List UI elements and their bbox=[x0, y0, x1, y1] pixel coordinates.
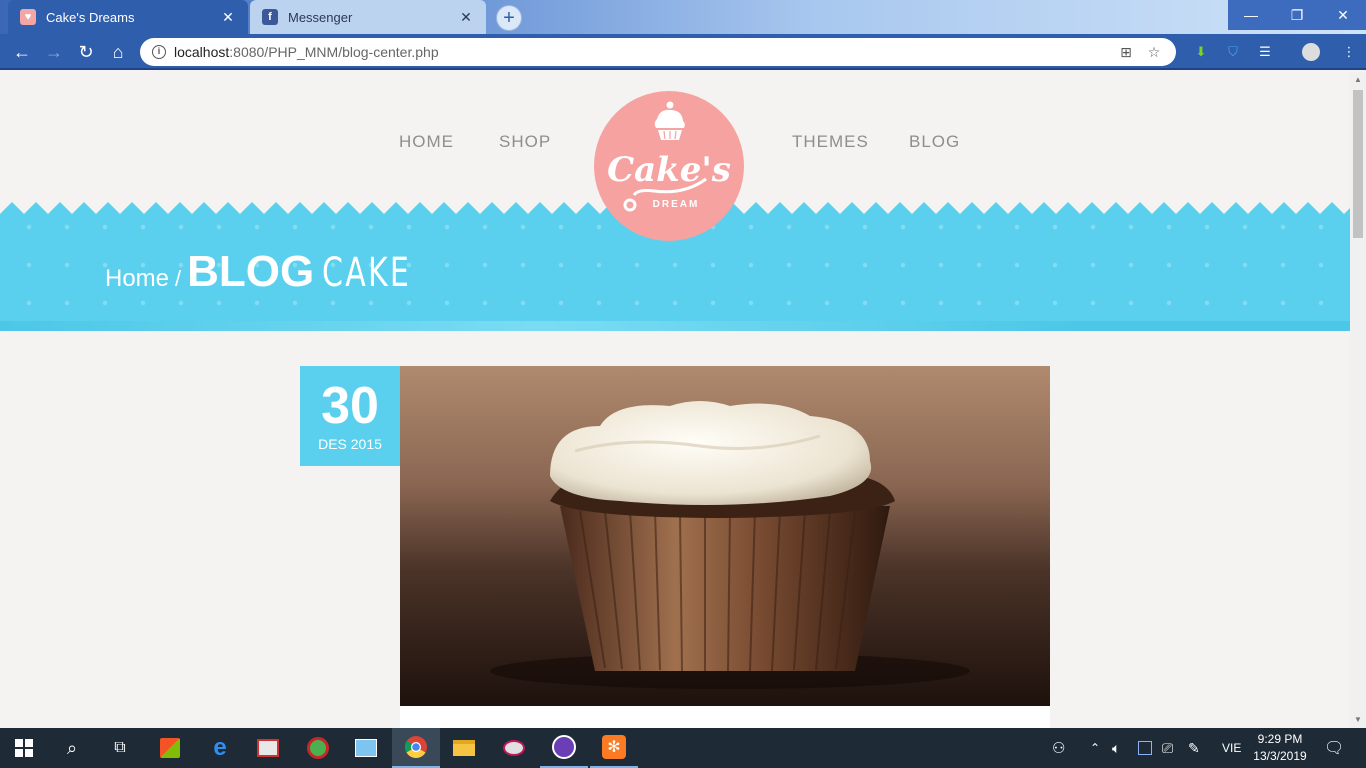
web-page: HOME SHOP THEMES BLOG Home / BLOG CAKE C… bbox=[0, 72, 1350, 728]
new-tab-button[interactable]: + bbox=[496, 5, 522, 31]
post-date-month-year: DES 2015 bbox=[318, 436, 382, 452]
scroll-up-arrow-icon[interactable]: ▲ bbox=[1350, 72, 1366, 88]
restore-button[interactable]: ❐ bbox=[1274, 0, 1320, 30]
tray-overflow-icon[interactable]: ⌃ bbox=[1090, 728, 1100, 768]
page-title-light: CAKE bbox=[322, 250, 412, 296]
forward-arrow-icon[interactable]: → bbox=[42, 40, 66, 64]
windows-taskbar: ⌕ ⧉ e ✻ ⚇ ⌃ 🔈︎ ⎚ ✎ VIE 9:29 PM 13/3/2019… bbox=[0, 728, 1366, 768]
shield-extension-icon[interactable]: ⛉ bbox=[1224, 43, 1242, 61]
store-icon[interactable] bbox=[146, 728, 194, 768]
translate-icon[interactable]: ⊞ bbox=[1116, 44, 1136, 61]
pen-icon[interactable]: ✎ bbox=[1188, 728, 1200, 768]
nav-blog-link[interactable]: BLOG bbox=[909, 132, 960, 152]
control-panel-icon[interactable] bbox=[342, 728, 390, 768]
tab-title: Cake's Dreams bbox=[46, 9, 135, 25]
tab-close-icon[interactable]: ✕ bbox=[220, 9, 236, 26]
post-featured-image[interactable] bbox=[400, 366, 1050, 706]
post-date-day: 30 bbox=[321, 377, 379, 435]
scroll-down-arrow-icon[interactable]: ▼ bbox=[1350, 712, 1366, 728]
scrollbar-thumb[interactable] bbox=[1353, 90, 1363, 238]
cupcake-photo-icon bbox=[400, 366, 1050, 706]
edge-browser-icon[interactable]: e bbox=[196, 728, 244, 768]
page-title-bold: BLOG bbox=[187, 247, 315, 296]
logo-script-text: Cake's bbox=[607, 150, 731, 190]
url-host: localhost bbox=[174, 44, 230, 60]
clock-time: 9:29 PM bbox=[1257, 732, 1303, 746]
download-extension-icon[interactable]: ⬇ bbox=[1192, 43, 1210, 61]
post-date-badge: 30 DES 2015 bbox=[300, 366, 400, 466]
purple-app-icon[interactable] bbox=[540, 728, 588, 768]
logo-sub-text: DREAM bbox=[653, 199, 700, 210]
breadcrumb-separator: / bbox=[175, 266, 182, 291]
search-icon[interactable]: ⌕ bbox=[48, 728, 96, 768]
cupcake-logo-icon: Cake's DREAM bbox=[607, 101, 731, 212]
facebook-favicon-icon: f bbox=[262, 9, 278, 25]
clock-date: 13/3/2019 bbox=[1253, 749, 1307, 763]
file-explorer-icon[interactable] bbox=[440, 728, 488, 768]
minimize-button[interactable]: — bbox=[1228, 0, 1274, 30]
people-icon[interactable]: ⚇ bbox=[1052, 728, 1065, 768]
url-path: :8080/PHP_MNM/blog-center.php bbox=[229, 44, 439, 60]
bookmark-star-icon[interactable]: ☆ bbox=[1144, 44, 1164, 61]
profile-avatar-icon[interactable] bbox=[1302, 43, 1320, 61]
language-indicator[interactable]: VIE bbox=[1222, 728, 1241, 768]
menu-kebab-icon[interactable]: ⋮ bbox=[1340, 43, 1358, 61]
list-extension-icon[interactable]: ☰ bbox=[1256, 43, 1274, 61]
back-arrow-icon[interactable]: ← bbox=[10, 40, 34, 64]
tab-cakes-dreams[interactable]: ♥ Cake's Dreams ✕ bbox=[8, 0, 248, 34]
reload-icon[interactable]: ↻ bbox=[74, 40, 98, 64]
breadcrumb-home-link[interactable]: Home bbox=[105, 265, 169, 293]
tab-messenger[interactable]: f Messenger ✕ bbox=[250, 0, 486, 34]
tab-title: Messenger bbox=[288, 9, 353, 25]
windows-logo-icon bbox=[15, 739, 33, 757]
volume-icon[interactable]: 🔈︎ bbox=[1112, 728, 1120, 768]
breadcrumb: Home / BLOG CAKE bbox=[105, 247, 441, 297]
browser-tabbar: ♥ Cake's Dreams ✕ f Messenger ✕ + — ❐ ✕ bbox=[0, 0, 1366, 34]
browser-toolbar: ← → ↻ ⌂ i localhost:8080/PHP_MNM/blog-ce… bbox=[0, 34, 1366, 70]
input-indicator-icon[interactable] bbox=[1138, 728, 1152, 768]
green-app-icon[interactable] bbox=[294, 728, 342, 768]
chrome-icon[interactable] bbox=[392, 728, 440, 768]
app-grid-icon[interactable] bbox=[244, 728, 292, 768]
home-icon[interactable]: ⌂ bbox=[106, 40, 130, 64]
task-view-icon[interactable]: ⧉ bbox=[96, 728, 144, 768]
page-scrollbar[interactable]: ▲ ▼ bbox=[1350, 72, 1366, 728]
notification-center-icon[interactable]: 🗨︎ bbox=[1324, 728, 1344, 768]
nav-themes-link[interactable]: THEMES bbox=[792, 132, 869, 152]
network-icon[interactable]: ⎚ bbox=[1162, 728, 1173, 768]
cupcake-favicon-icon: ♥ bbox=[20, 9, 36, 25]
address-bar[interactable]: i localhost:8080/PHP_MNM/blog-center.php… bbox=[140, 38, 1176, 66]
close-window-button[interactable]: ✕ bbox=[1320, 0, 1366, 30]
tab-close-icon[interactable]: ✕ bbox=[458, 9, 474, 26]
start-button[interactable] bbox=[0, 728, 48, 768]
paint-icon[interactable] bbox=[490, 728, 538, 768]
xampp-icon[interactable]: ✻ bbox=[590, 728, 638, 768]
post-content-card bbox=[400, 706, 1050, 728]
system-clock[interactable]: 9:29 PM 13/3/2019 bbox=[1248, 731, 1312, 765]
site-info-icon[interactable]: i bbox=[152, 45, 166, 59]
nav-home-link[interactable]: HOME bbox=[399, 132, 454, 152]
nav-shop-link[interactable]: SHOP bbox=[499, 132, 551, 152]
cakes-dream-logo[interactable]: Cake's DREAM bbox=[594, 91, 744, 241]
